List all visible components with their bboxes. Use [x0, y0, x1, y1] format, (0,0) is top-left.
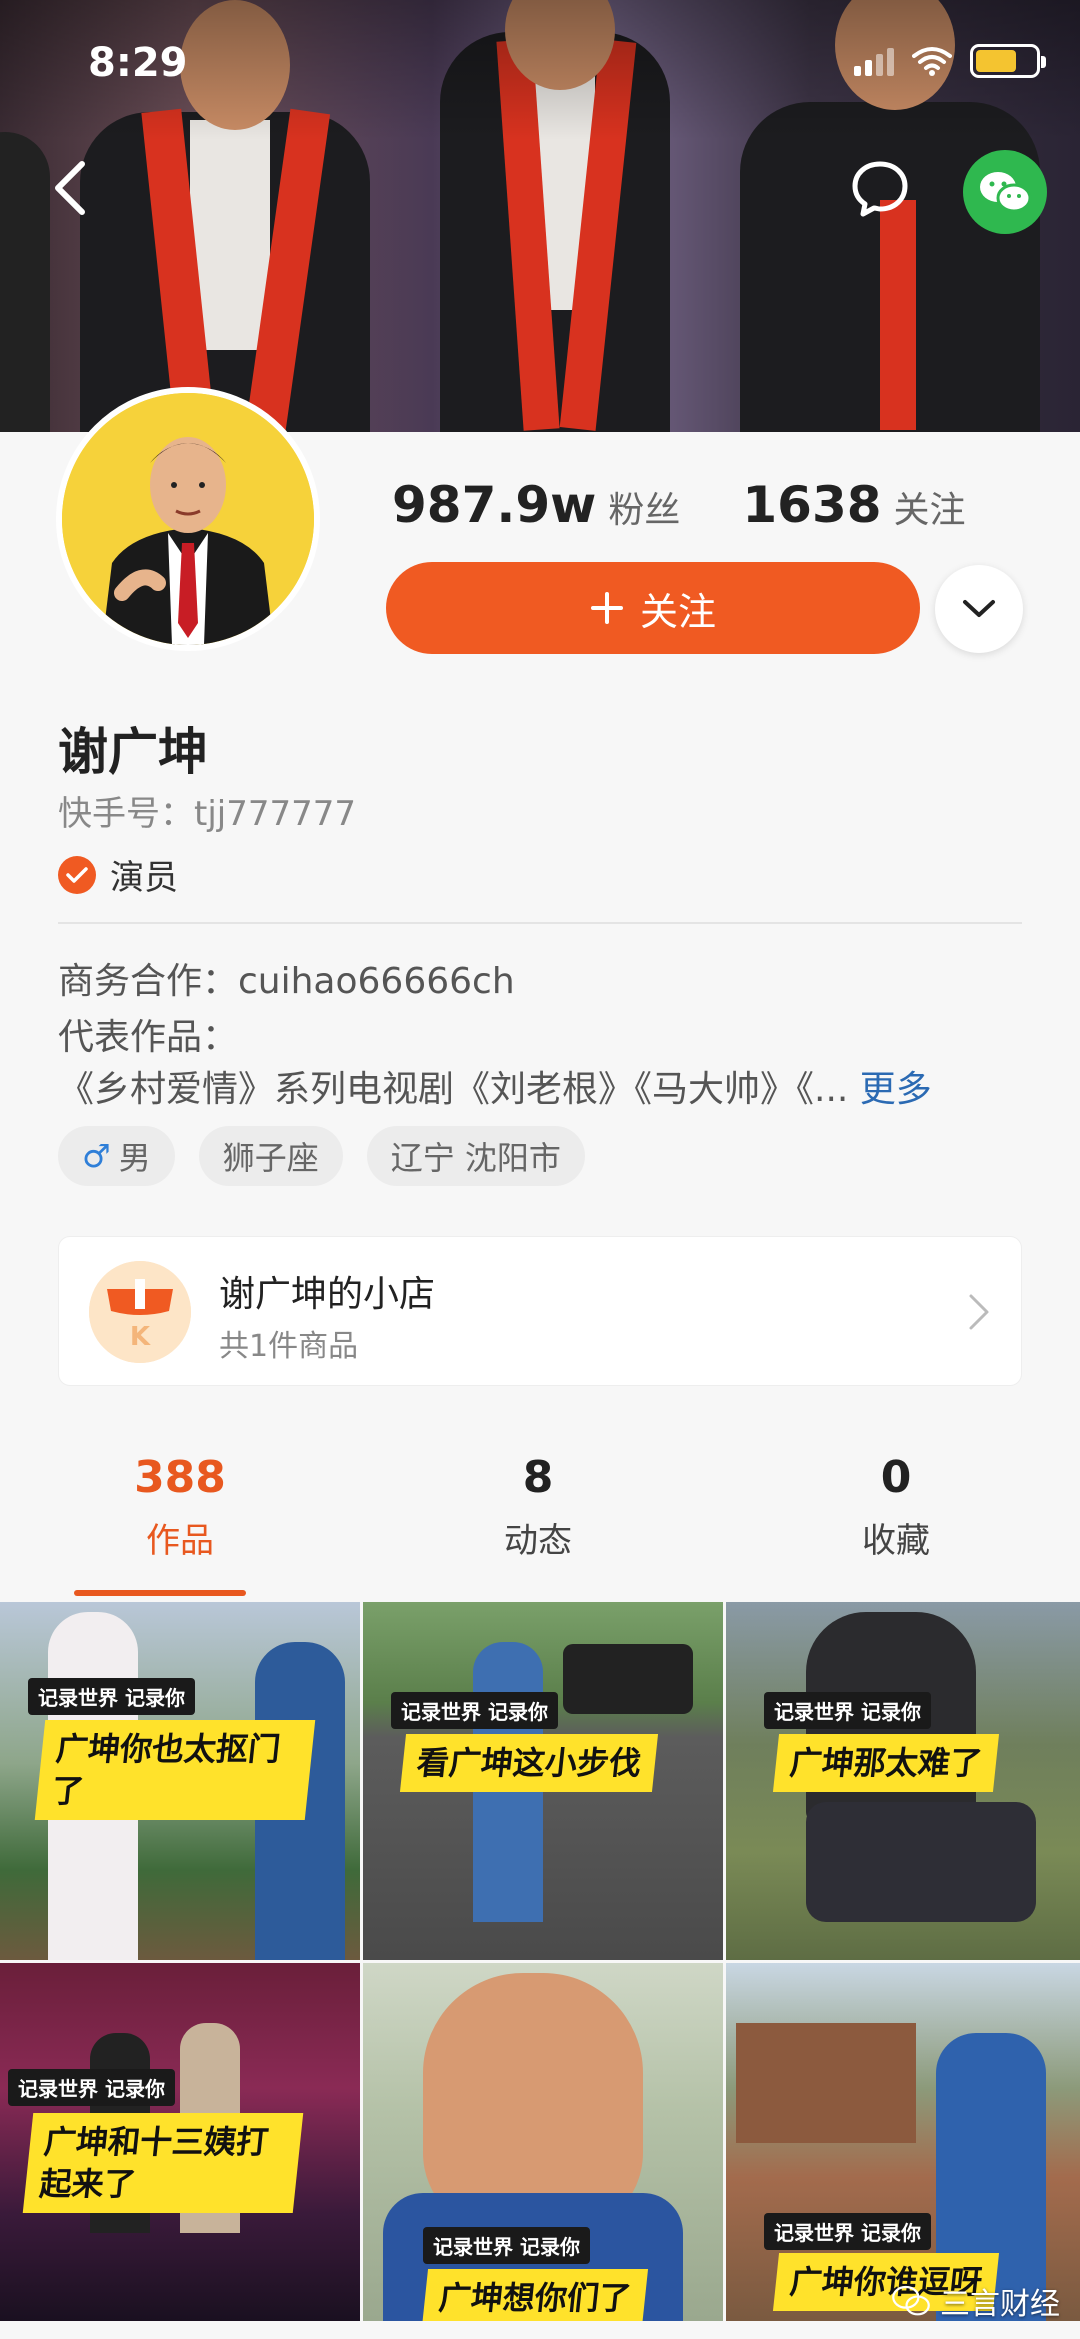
- fans-label[interactable]: 粉丝: [608, 481, 680, 533]
- video-badge: 记录世界 记录你: [423, 2227, 590, 2264]
- tab-works-label: 作品: [146, 1521, 214, 1561]
- watermark-text: 三言财经: [940, 2287, 1060, 2322]
- works-label: 代表作品：: [58, 1017, 239, 1058]
- video-thumbnail[interactable]: 记录世界 记录你 广坤那太难了: [726, 1602, 1080, 1960]
- video-caption: 广坤和十三姨打起来了: [22, 2113, 304, 2213]
- video-thumbnail[interactable]: 记录世界 记录你 广坤你谁逗呀: [726, 1963, 1080, 2321]
- verification-label: 演员: [110, 858, 178, 898]
- status-time: 8:29: [88, 40, 188, 86]
- video-thumbnail[interactable]: 记录世界 记录你 广坤想你们了: [363, 1963, 723, 2321]
- content-tabs: 388 作品 8 动态 0 收藏: [0, 1452, 1080, 1602]
- more-link[interactable]: 更多: [860, 1069, 932, 1110]
- tab-favorites[interactable]: 0 收藏: [746, 1452, 1046, 1562]
- following-label[interactable]: 关注: [894, 481, 966, 533]
- wechat-icon: [980, 172, 1032, 213]
- back-icon[interactable]: [50, 158, 90, 218]
- business-contact[interactable]: 商务合作：cuihao66666ch: [58, 952, 515, 1004]
- video-thumbnail[interactable]: 记录世界 记录你 看广坤这小步伐: [363, 1602, 723, 1960]
- video-thumbnail[interactable]: 记录世界 记录你 广坤和十三姨打起来了: [0, 1963, 360, 2321]
- tab-works[interactable]: 388 作品: [30, 1452, 330, 1562]
- tab-works-count: 388: [134, 1452, 226, 1503]
- follow-button[interactable]: 关注: [386, 562, 920, 654]
- wechat-icon: [892, 2285, 930, 2316]
- shop-card[interactable]: K 谢广坤的小店 共1件商品: [58, 1236, 1022, 1386]
- video-badge: 记录世界 记录你: [764, 2213, 931, 2250]
- chevron-right-icon: [969, 1294, 989, 1330]
- wechat-share-button[interactable]: [963, 150, 1047, 234]
- avatar[interactable]: [56, 387, 320, 651]
- watermark: 三言财经: [890, 2279, 1060, 2323]
- video-caption: 广坤想你们了: [421, 2269, 649, 2321]
- video-caption: 广坤那太难了: [772, 1734, 1000, 1792]
- follow-button-label: 关注: [639, 589, 716, 634]
- kuaishou-id[interactable]: 快手号：tjj777777: [58, 786, 356, 835]
- video-caption: 看广坤这小步伐: [399, 1734, 659, 1792]
- divider: [58, 922, 1022, 924]
- active-tab-indicator: [74, 1590, 246, 1596]
- check-circle-icon: [58, 855, 96, 894]
- video-badge: 记录世界 记录你: [8, 2069, 175, 2106]
- svg-text:K: K: [130, 1322, 151, 1352]
- profile-stats: 987.9w 粉丝 1638 关注: [392, 476, 1028, 534]
- tab-moments[interactable]: 8 动态: [388, 1452, 688, 1562]
- battery-icon: [970, 44, 1046, 78]
- tab-favorites-count: 0: [880, 1452, 912, 1503]
- chevron-down-icon: [963, 600, 995, 617]
- shop-icon: K: [89, 1261, 191, 1363]
- works-list: 《乡村爱情》系列电视剧《刘老根》《马大帅》《... 更多: [58, 1060, 932, 1112]
- plus-icon: [590, 592, 623, 624]
- zodiac-tag[interactable]: 狮子座: [198, 1126, 343, 1186]
- video-badge: 记录世界 记录你: [764, 1692, 931, 1729]
- wifi-icon: [912, 47, 952, 76]
- profile-tags: ♂ 男 狮子座 辽宁 沈阳市: [58, 1126, 585, 1186]
- profile-name: 谢广坤: [58, 723, 208, 781]
- following-count[interactable]: 1638: [742, 476, 881, 534]
- video-caption: 广坤你也太抠门了: [34, 1720, 316, 1820]
- verification-badge: 演员: [58, 850, 178, 899]
- tab-moments-count: 8: [522, 1452, 554, 1503]
- video-badge: 记录世界 记录你: [28, 1678, 195, 1715]
- male-symbol-icon: ♂: [82, 1137, 111, 1175]
- fans-count[interactable]: 987.9w: [392, 476, 596, 534]
- more-options-button[interactable]: [935, 565, 1023, 653]
- cellular-signal-icon: [854, 46, 894, 76]
- video-thumbnail[interactable]: 记录世界 记录你 广坤你也太抠门了: [0, 1602, 360, 1960]
- status-icons: [854, 44, 1046, 78]
- gender-label: 男: [118, 1139, 151, 1177]
- gender-tag[interactable]: ♂ 男: [58, 1126, 175, 1186]
- shop-subtitle: 共1件商品: [219, 1329, 359, 1364]
- shop-title: 谢广坤的小店: [219, 1274, 436, 1315]
- video-badge: 记录世界 记录你: [391, 1692, 558, 1729]
- message-icon[interactable]: [850, 158, 910, 218]
- tab-favorites-label: 收藏: [862, 1521, 930, 1561]
- works-text: 《乡村爱情》系列电视剧《刘老根》《马大帅》《...: [58, 1069, 849, 1110]
- location-tag[interactable]: 辽宁 沈阳市: [366, 1126, 585, 1186]
- tab-moments-label: 动态: [504, 1521, 572, 1561]
